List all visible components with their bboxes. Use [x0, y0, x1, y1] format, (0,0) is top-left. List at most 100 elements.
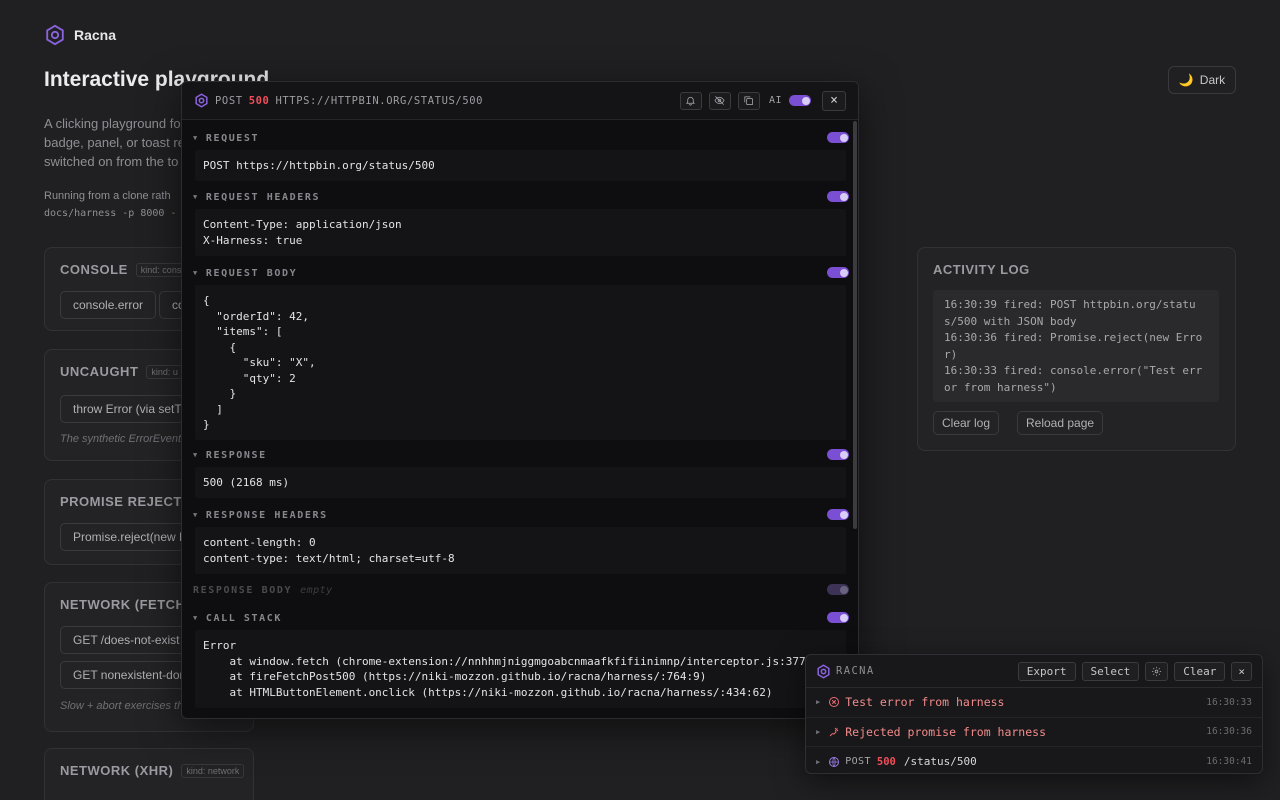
network-xhr-card: NETWORK (XHR) kind: network — [44, 748, 254, 800]
caret-down-icon: ▼ — [193, 134, 199, 142]
request-line: POST https://httpbin.org/status/500 — [195, 150, 846, 181]
caret-down-icon: ▼ — [193, 193, 199, 201]
section-label: RESPONSE HEADERS — [205, 509, 328, 521]
log-entry: 16:30:33 fired: console.error("Test erro… — [944, 364, 1203, 394]
kind-badge: kind: u — [146, 364, 183, 379]
activity-log-card: ACTIVITY LOG 16:30:39 fired: POST httpbi… — [917, 247, 1236, 451]
section-response-body-header[interactable]: RESPONSE BODY empty — [193, 583, 849, 597]
section-label: CALL STACK — [205, 612, 283, 624]
console-row[interactable]: ▶ Rejected promise from harness 16:30:36 — [806, 718, 1262, 747]
section-toggle[interactable] — [827, 132, 849, 143]
row-message: Rejected promise from harness — [845, 724, 1047, 739]
response-headers-body: content-length: 0 content-type: text/htm… — [195, 527, 846, 574]
section-toggle[interactable] — [827, 509, 849, 520]
section-label: REQUEST — [205, 132, 260, 144]
section-response-headers-header[interactable]: ▼ RESPONSE HEADERS — [193, 508, 849, 522]
card-title: NETWORK (FETCH — [60, 597, 186, 612]
hide-button[interactable] — [708, 91, 731, 110]
activity-log: 16:30:39 fired: POST httpbin.org/status/… — [933, 290, 1219, 402]
globe-icon — [829, 756, 840, 767]
section-request-header[interactable]: ▼ REQUEST — [193, 131, 849, 145]
export-button[interactable]: Export — [1017, 661, 1076, 681]
card-note: The synthetic ErrorEvent i — [60, 433, 187, 445]
response-status: 500 (2168 ms) — [195, 467, 846, 498]
racna-logo-icon — [817, 663, 830, 679]
brand: Racna — [44, 24, 116, 46]
modal-toolbar: AI × — [679, 90, 846, 111]
ai-label: AI — [768, 95, 782, 106]
ai-toggle[interactable] — [789, 95, 811, 106]
theme-toggle-button[interactable]: 🌙 Dark — [1168, 66, 1236, 94]
section-request-headers-header[interactable]: ▼ REQUEST HEADERS — [193, 190, 849, 204]
card-title: UNCAUGHT — [60, 364, 139, 379]
copy-button[interactable] — [737, 91, 760, 110]
row-path: /status/500 — [903, 755, 977, 769]
panel-toolbar: Export Select Clear × — [1017, 661, 1252, 681]
caret-down-icon: ▼ — [193, 614, 199, 622]
caret-right-icon: ▶ — [816, 757, 821, 766]
request-body-json: { "orderId": 42, "items": [ { "sku": "X"… — [195, 285, 846, 440]
row-time: 16:30:36 — [1206, 726, 1252, 738]
reload-page-button[interactable]: Reload page — [1017, 411, 1104, 435]
moon-icon: 🌙 — [1178, 73, 1194, 87]
eye-off-icon — [714, 96, 725, 105]
racna-logo-icon — [46, 24, 64, 46]
error-circle-icon — [829, 697, 840, 708]
caret-down-icon: ▼ — [193, 269, 199, 277]
row-method: POST — [845, 756, 871, 768]
modal-scrollbar[interactable] — [853, 121, 857, 529]
activity-title: ACTIVITY LOG — [933, 262, 1030, 277]
settings-button[interactable] — [1145, 661, 1169, 681]
section-response-header[interactable]: ▼ RESPONSE — [193, 448, 849, 462]
section-toggle[interactable] — [827, 267, 849, 278]
row-time: 16:30:41 — [1206, 756, 1252, 768]
card-title: PROMISE REJECTIO — [60, 494, 197, 509]
status-code: 500 — [248, 94, 270, 107]
section-label: REQUEST HEADERS — [205, 191, 321, 203]
section-toggle[interactable] — [827, 191, 849, 202]
section-request-body-header[interactable]: ▼ REQUEST BODY — [193, 266, 849, 280]
caret-down-icon: ▼ — [193, 451, 199, 459]
caret-right-icon: ▶ — [816, 727, 821, 736]
request-headers-body: Content-Type: application/json X-Harness… — [195, 209, 846, 256]
row-time: 16:30:33 — [1206, 696, 1252, 708]
section-toggle[interactable] — [827, 612, 849, 623]
close-modal-button[interactable]: × — [822, 90, 846, 111]
panel-header: RACNA Export Select Clear × — [806, 655, 1262, 688]
section-label: REQUEST BODY — [205, 267, 298, 279]
panel-name: RACNA — [836, 665, 875, 677]
console-row[interactable]: ▶ POST 500 /status/500 16:30:41 — [806, 747, 1262, 773]
console-error-button[interactable]: console.error — [60, 291, 157, 319]
notify-button[interactable] — [679, 91, 702, 110]
kind-badge: kind: cons — [135, 262, 187, 277]
kind-badge: kind: network — [181, 763, 245, 778]
card-title: NETWORK (XHR) — [60, 763, 174, 778]
row-status: 500 — [876, 755, 896, 768]
select-button[interactable]: Select — [1081, 661, 1140, 681]
section-label: RESPONSE — [205, 449, 267, 461]
theme-label: Dark — [1199, 73, 1226, 87]
section-call-stack-header[interactable]: ▼ CALL STACK — [193, 611, 849, 625]
close-panel-button[interactable]: × — [1231, 661, 1252, 681]
modal-header: POST 500 HTTPS://HTTPBIN.ORG/STATUS/500 … — [182, 82, 858, 120]
row-message: Test error from harness — [845, 695, 1005, 710]
gear-icon — [1152, 666, 1162, 676]
clear-button[interactable]: Clear — [1174, 661, 1226, 681]
request-url: HTTPS://HTTPBIN.ORG/STATUS/500 — [275, 94, 484, 107]
broken-promise-icon — [829, 727, 839, 737]
request-method: POST — [215, 94, 243, 107]
section-toggle[interactable] — [827, 584, 849, 595]
section-toggle[interactable] — [827, 449, 849, 460]
log-entry: 16:30:36 fired: Promise.reject(new Error… — [944, 331, 1203, 361]
caret-right-icon: ▶ — [816, 698, 821, 707]
clear-log-button[interactable]: Clear log — [933, 411, 1000, 435]
caret-down-icon: ▼ — [193, 511, 199, 519]
section-label: RESPONSE BODY — [193, 584, 293, 596]
copy-icon — [744, 96, 754, 105]
log-entry: 16:30:39 fired: POST httpbin.org/status/… — [944, 298, 1196, 328]
racna-console-panel: RACNA Export Select Clear × ▶ Test error… — [805, 654, 1263, 774]
request-detail-modal: POST 500 HTTPS://HTTPBIN.ORG/STATUS/500 … — [181, 81, 859, 719]
bell-icon — [686, 96, 696, 106]
empty-label: empty — [300, 584, 333, 596]
console-row[interactable]: ▶ Test error from harness 16:30:33 — [806, 688, 1262, 718]
